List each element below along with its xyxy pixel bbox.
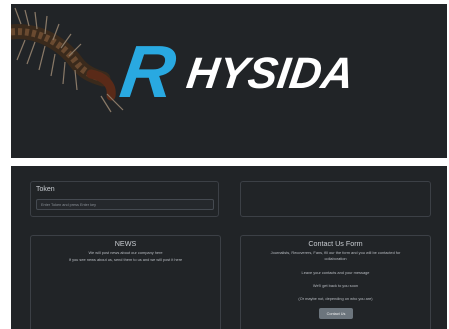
contact-line: We'll get back to you soon [312,283,359,288]
empty-panel [240,181,431,217]
news-line: If you see news about us, send them to u… [68,257,183,262]
main-content: Token NEWS We will post news about our c… [11,166,447,329]
token-title: Token [36,186,55,193]
news-panel: NEWS We will post news about our company… [30,235,221,329]
news-title: NEWS [114,239,137,248]
contact-title: Contact Us Form [308,239,363,248]
contact-line: Journalists, Recoverers, Fans, fill our … [270,250,401,255]
contact-us-button[interactable]: Contact Us [319,308,353,319]
news-line: We will post news about our company here [88,250,163,255]
svg-text:R: R [116,30,181,113]
token-panel: Token [30,181,219,217]
rhysida-logo: R HYSIDA [11,7,357,113]
contact-panel: Contact Us Form Journalists, Recoverers,… [240,235,431,329]
contact-line: Leave your contacts and your message [301,270,370,275]
contact-line: collaboration [324,256,347,261]
contact-line: (Or maybe not, depending on who you are) [298,296,373,301]
token-input[interactable] [36,199,214,210]
svg-text:HYSIDA: HYSIDA [184,49,357,98]
header-banner: R HYSIDA [11,4,447,158]
centipede-image [11,7,124,113]
